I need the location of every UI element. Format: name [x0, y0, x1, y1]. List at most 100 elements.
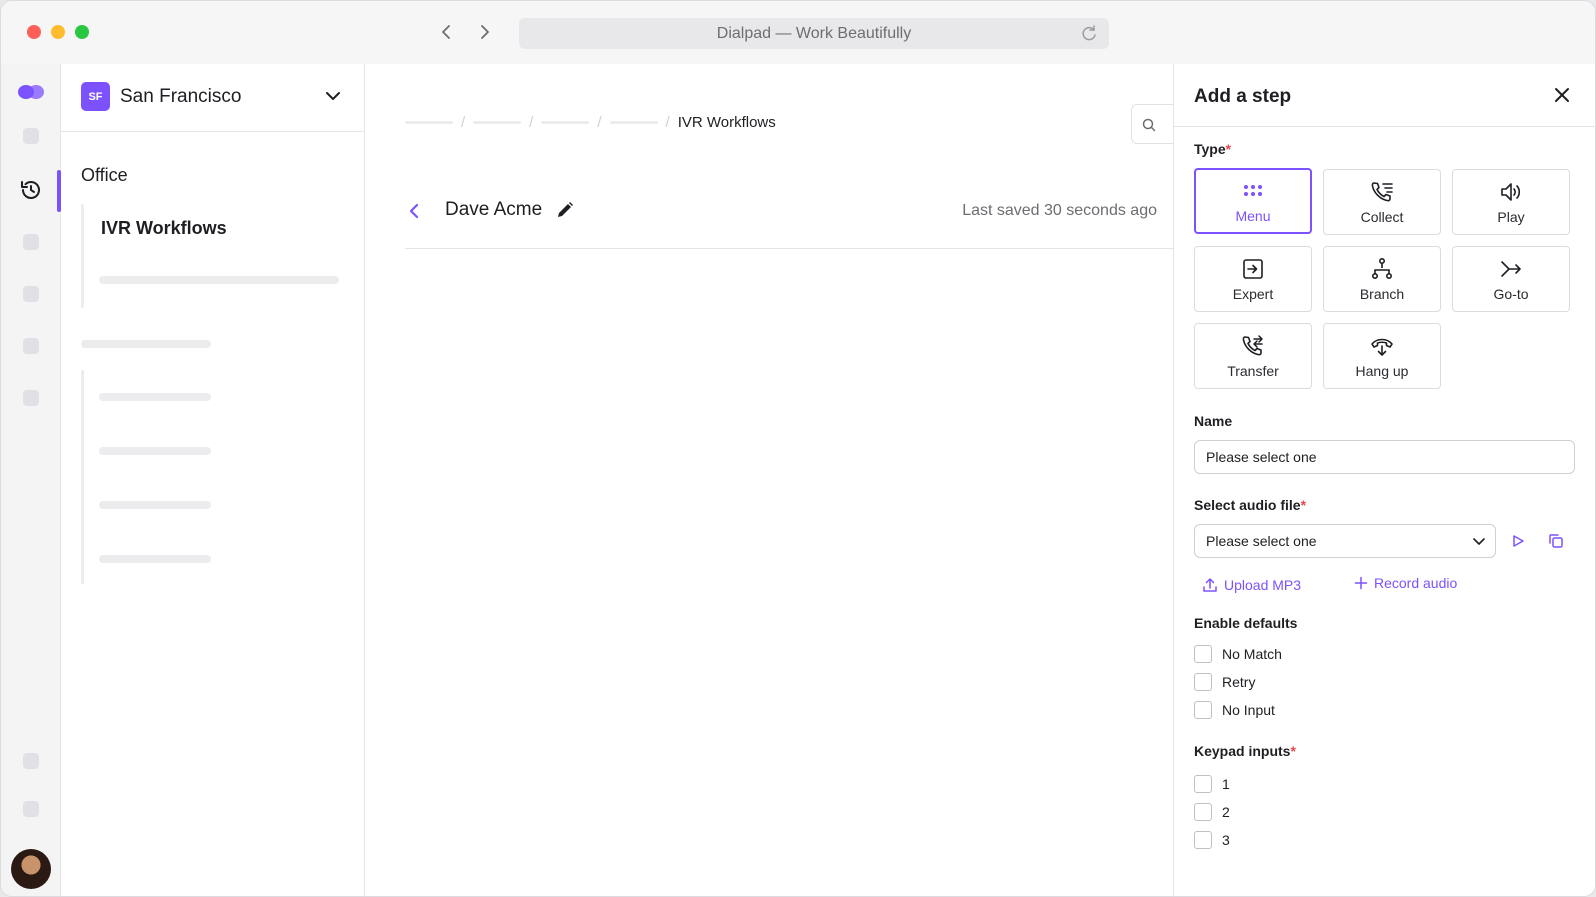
step-type-label: Go-to — [1493, 286, 1529, 302]
name-label: Name — [1194, 413, 1233, 429]
divider — [405, 248, 1173, 249]
default-retry-option[interactable]: Retry — [1194, 673, 1255, 691]
rail-nav-item[interactable] — [23, 753, 39, 769]
reload-icon[interactable] — [1079, 24, 1099, 44]
sidebar-placeholder-item — [81, 340, 211, 348]
browser-back-button[interactable] — [435, 20, 459, 44]
rail-nav-item[interactable] — [23, 286, 39, 302]
app-rail — [1, 64, 61, 896]
add-step-panel: Add a step Type* Menu Collect Play Exper… — [1173, 64, 1595, 896]
org-badge: SF — [81, 82, 110, 111]
checkbox[interactable] — [1194, 831, 1212, 849]
minimize-window-button[interactable] — [51, 25, 65, 39]
step-type-hang-up[interactable]: Hang up — [1323, 323, 1441, 389]
upload-icon — [1203, 578, 1217, 592]
breadcrumb-placeholder[interactable] — [541, 121, 590, 124]
sidebar-section-office[interactable]: Office — [81, 165, 128, 186]
pencil-icon[interactable] — [555, 200, 575, 220]
default-no-match-option[interactable]: No Match — [1194, 645, 1282, 663]
step-type-label: Branch — [1359, 286, 1405, 302]
panel-title: Add a step — [1194, 86, 1292, 107]
step-type-label: Expert — [1232, 286, 1274, 302]
keypad-input-2[interactable]: 2 — [1194, 803, 1230, 821]
sidebar: SF San Francisco Office IVR Workflows — [61, 64, 365, 896]
chevron-right-icon — [481, 25, 489, 39]
step-type-branch[interactable]: Branch — [1323, 246, 1441, 312]
checkbox[interactable] — [1194, 701, 1212, 719]
type-label: Type* — [1194, 141, 1232, 157]
saved-status: Last saved 30 seconds ago — [962, 202, 1157, 219]
breadcrumb-placeholder[interactable] — [609, 121, 658, 124]
audio-file-placeholder: Please select one — [1206, 533, 1317, 549]
upload-mp3-link[interactable]: Upload MP3 — [1202, 577, 1301, 593]
record-audio-link[interactable]: Record audio — [1354, 575, 1457, 591]
step-type-collect[interactable]: Collect — [1323, 169, 1441, 235]
step-type-go-to[interactable]: Go-to — [1452, 246, 1570, 312]
sidebar-tree-line — [81, 204, 84, 308]
phone-list-icon — [1371, 182, 1393, 202]
sidebar-tree-line — [81, 370, 84, 584]
keypad-input-3[interactable]: 3 — [1194, 831, 1230, 849]
checkbox[interactable] — [1194, 645, 1212, 663]
sidebar-item-ivr-workflows[interactable]: IVR Workflows — [101, 218, 227, 239]
name-field[interactable]: Please select one — [1194, 440, 1575, 474]
rail-nav-item[interactable] — [23, 801, 39, 817]
dots-grid-icon — [1244, 185, 1262, 196]
history-icon[interactable] — [19, 178, 43, 202]
chevron-down-icon — [1473, 538, 1485, 545]
sidebar-placeholder-item — [99, 276, 339, 284]
step-type-label: Play — [1497, 209, 1525, 225]
checkbox[interactable] — [1194, 803, 1212, 821]
address-bar[interactable]: Dialpad — Work Beautifully — [519, 18, 1109, 49]
expert-box-icon — [1243, 259, 1263, 279]
play-icon — [1513, 535, 1524, 547]
rail-nav-item[interactable] — [23, 390, 39, 406]
copy-audio-button[interactable] — [1546, 531, 1566, 551]
rail-nav-item[interactable] — [23, 338, 39, 354]
audio-file-select[interactable]: Please select one — [1194, 524, 1496, 558]
step-type-menu[interactable]: Menu — [1194, 168, 1312, 234]
checkbox[interactable] — [1194, 673, 1212, 691]
enable-defaults-label: Enable defaults — [1194, 615, 1298, 631]
audio-file-label: Select audio file* — [1194, 497, 1307, 513]
breadcrumb: / / / / IVR Workflows — [405, 114, 776, 131]
copy-icon — [1549, 534, 1563, 548]
breadcrumb-placeholder[interactable] — [473, 121, 522, 124]
sidebar-placeholder-item — [99, 447, 211, 455]
step-type-label: Transfer — [1227, 363, 1279, 379]
breadcrumb-current: IVR Workflows — [677, 114, 776, 131]
close-icon[interactable] — [1551, 84, 1573, 106]
keypad-input-1[interactable]: 1 — [1194, 775, 1230, 793]
default-no-input-option[interactable]: No Input — [1194, 701, 1275, 719]
sidebar-placeholder-item — [99, 393, 211, 401]
page-title: Dialpad — Work Beautifully — [716, 24, 912, 42]
step-type-label: Hang up — [1355, 363, 1409, 379]
play-audio-button[interactable] — [1508, 531, 1528, 551]
step-type-expert[interactable]: Expert — [1194, 246, 1312, 312]
workflow-name: Dave Acme — [445, 199, 543, 220]
back-arrow-icon[interactable] — [405, 201, 425, 221]
sidebar-placeholder-item — [99, 555, 211, 563]
org-name: San Francisco — [120, 86, 242, 107]
phone-transfer-icon — [1242, 335, 1263, 356]
hang-up-icon — [1371, 338, 1393, 356]
checkbox[interactable] — [1194, 775, 1212, 793]
breadcrumb-placeholder[interactable] — [405, 121, 453, 124]
rail-nav-item[interactable] — [23, 234, 39, 250]
avatar[interactable] — [11, 849, 51, 889]
main-content: / / / / IVR Workflows Dave Acme Last sav… — [365, 64, 1191, 896]
maximize-window-button[interactable] — [75, 25, 89, 39]
close-window-button[interactable] — [27, 25, 41, 39]
chevron-down-icon[interactable] — [323, 86, 343, 106]
rail-nav-item[interactable] — [23, 128, 39, 144]
step-type-play[interactable]: Play — [1452, 169, 1570, 235]
sidebar-placeholder-item — [99, 501, 211, 509]
speaker-icon — [1501, 183, 1521, 201]
branch-icon — [1371, 257, 1392, 279]
org-switcher[interactable]: SF San Francisco — [61, 64, 364, 132]
step-type-label: Menu — [1235, 208, 1271, 224]
app-window: Dialpad — Work Beautifully SF San Franci… — [0, 0, 1596, 897]
step-type-transfer[interactable]: Transfer — [1194, 323, 1312, 389]
browser-forward-button[interactable] — [472, 20, 496, 44]
search-icon — [1142, 118, 1156, 132]
